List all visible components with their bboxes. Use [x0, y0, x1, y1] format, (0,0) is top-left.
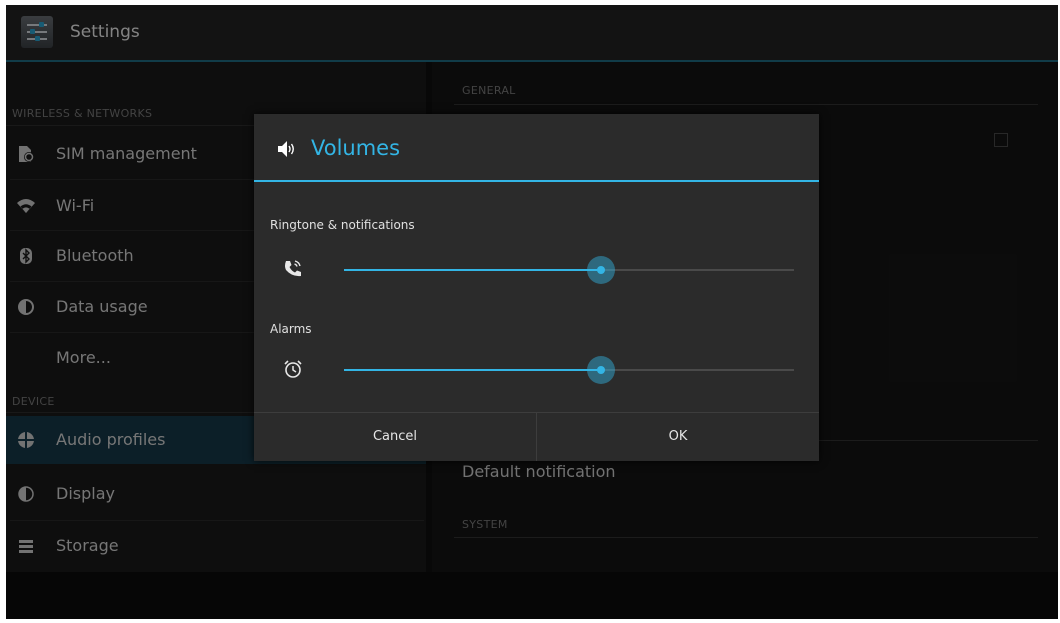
ringtone-label: Ringtone & notifications	[270, 218, 415, 232]
ringtone-volume-slider[interactable]	[344, 256, 794, 284]
ringtone-icon	[282, 258, 304, 280]
alarm-volume-slider[interactable]	[344, 356, 794, 384]
ok-button[interactable]: OK	[537, 413, 819, 461]
alarms-label: Alarms	[270, 322, 312, 336]
dialog-title-divider	[254, 180, 819, 182]
volumes-dialog: Volumes Ringtone & notifications Alarms …	[254, 114, 819, 461]
alarm-clock-icon	[282, 358, 304, 380]
cancel-button[interactable]: Cancel	[254, 413, 536, 461]
dialog-title: Volumes	[311, 136, 401, 160]
volume-icon	[276, 138, 298, 160]
settings-screen: Settings WIRELESS & NETWORKS SIM managem…	[6, 5, 1058, 619]
